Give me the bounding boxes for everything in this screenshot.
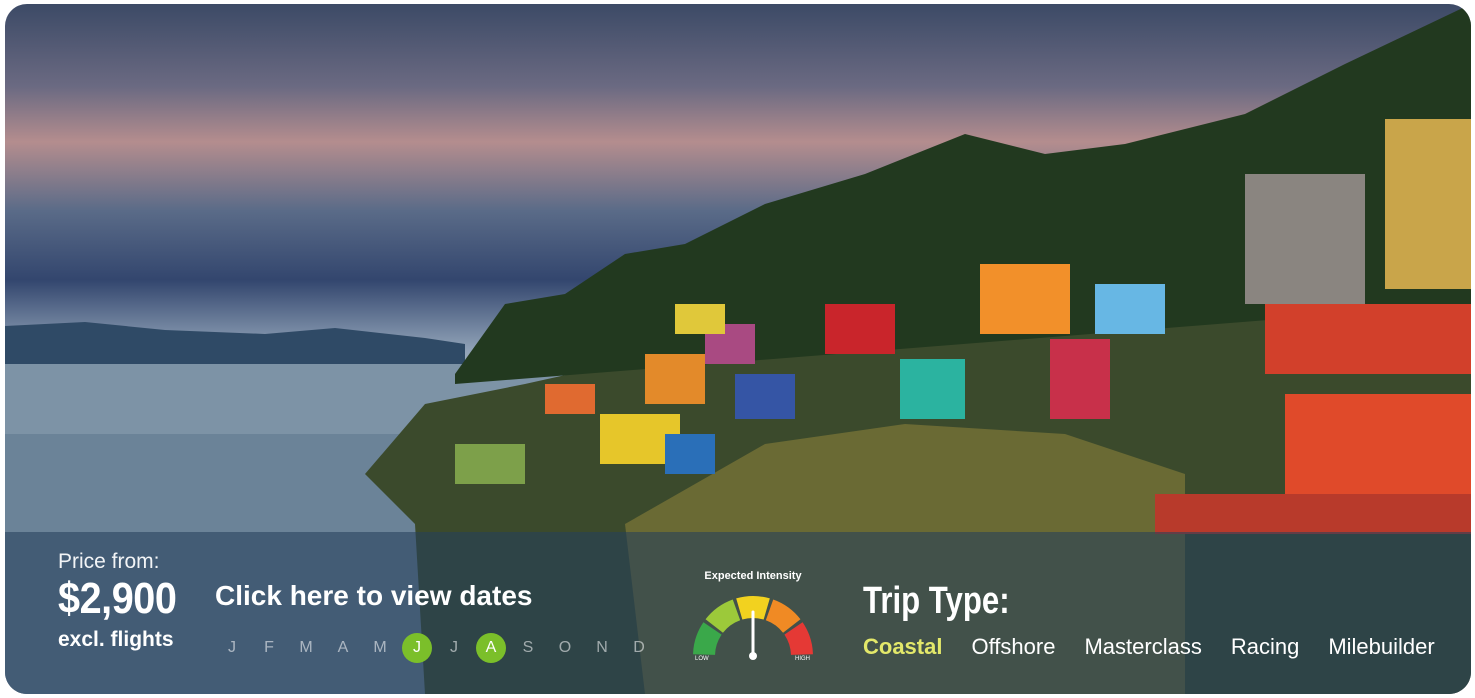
month-6[interactable]: J: [402, 633, 432, 663]
trip-type-title: Trip Type:: [863, 580, 1010, 622]
month-12[interactable]: D: [624, 633, 654, 663]
intensity-gauge: Expected Intensity LOW HIGH: [685, 570, 821, 680]
month-1[interactable]: J: [217, 633, 247, 663]
month-3[interactable]: M: [291, 633, 321, 663]
trip-type-options: Coastal Offshore Masterclass Racing Milebuil…: [863, 634, 1464, 660]
month-9[interactable]: S: [513, 633, 543, 663]
month-5[interactable]: M: [365, 633, 395, 663]
month-8[interactable]: A: [476, 633, 506, 663]
trip-type-racing[interactable]: Racing: [1231, 634, 1299, 660]
month-calendar: JFMAMJJASOND: [217, 633, 661, 663]
month-7[interactable]: J: [439, 633, 469, 663]
month-10[interactable]: O: [550, 633, 580, 663]
price-note: excl. flights: [58, 628, 174, 651]
price-block: Price from: $2,900 excl. flights: [58, 550, 190, 652]
trip-info-bar: Price from: $2,900 excl. flights Click h…: [5, 532, 1471, 694]
trip-type-coastal[interactable]: Coastal: [863, 634, 942, 660]
month-2[interactable]: F: [254, 633, 284, 663]
month-4[interactable]: A: [328, 633, 358, 663]
trip-type-masterclass[interactable]: Masterclass: [1084, 634, 1201, 660]
trip-type-milebuilder[interactable]: Milebuilder: [1328, 634, 1434, 660]
gauge-title: Expected Intensity: [704, 570, 802, 582]
gauge-low-label: LOW: [695, 656, 709, 662]
gauge-dial: [693, 596, 813, 660]
gauge-high-label: HIGH: [795, 656, 810, 662]
price-label: Price from:: [58, 550, 160, 573]
month-11[interactable]: N: [587, 633, 617, 663]
trip-type-offshore[interactable]: Offshore: [971, 634, 1055, 660]
view-dates-link[interactable]: Click here to view dates: [215, 580, 532, 612]
price-value: $2,900: [58, 574, 177, 623]
hero-card: Price from: $2,900 excl. flights Click h…: [5, 4, 1471, 694]
